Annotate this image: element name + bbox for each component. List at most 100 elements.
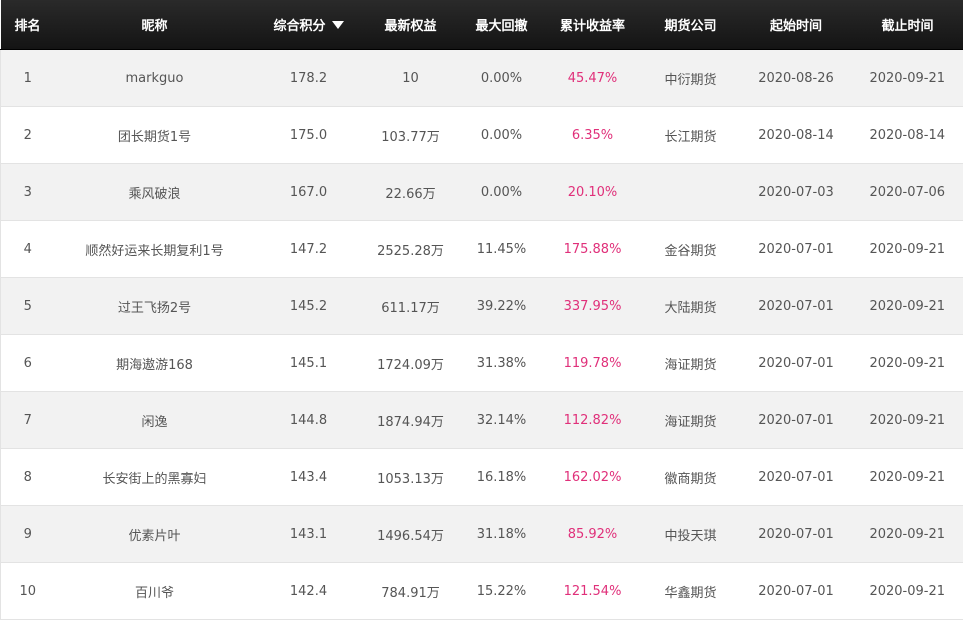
cell-nickname: markguo [54, 49, 255, 107]
cell-return: 85.92% [544, 505, 641, 563]
cell-equity: 1874.94万 [362, 391, 459, 449]
header-nickname: 昵称 [54, 0, 255, 50]
table-row[interactable]: 8 长安街上的黑寡妇 143.4 1053.13万 16.18% 162.02% 徽商期货 2… [0, 448, 963, 506]
cell-drawdown: 0.00% [458, 163, 545, 221]
header-score-label: 综合积分 [273, 19, 326, 34]
cell-start-date: 2020-07-01 [740, 448, 852, 506]
cell-end-date: 2020-09-21 [851, 277, 963, 335]
cell-nickname: 过王飞扬2号 [54, 277, 255, 335]
cell-return: 162.02% [544, 448, 641, 506]
cell-drawdown: 0.00% [458, 106, 545, 164]
cell-equity: 1053.13万 [362, 448, 459, 506]
cell-return: 337.95% [544, 277, 641, 335]
cell-return: 6.35% [544, 106, 641, 164]
cell-rank: 2 [0, 106, 55, 164]
header-end-date: 截止时间 [851, 0, 963, 50]
cell-company: 徽商期货 [640, 448, 741, 506]
cell-rank: 8 [0, 448, 55, 506]
cell-company: 海证期货 [640, 334, 741, 392]
cell-end-date: 2020-09-21 [851, 220, 963, 278]
cell-score: 145.1 [254, 334, 363, 392]
cell-return: 112.82% [544, 391, 641, 449]
cell-drawdown: 16.18% [458, 448, 545, 506]
cell-company: 大陆期货 [640, 277, 741, 335]
cell-start-date: 2020-07-01 [740, 391, 852, 449]
cell-start-date: 2020-07-01 [740, 562, 852, 620]
cell-rank: 3 [0, 163, 55, 221]
table-body: 1 markguo 178.2 10 0.00% 45.47% 中衍期货 2020-08-26… [0, 49, 963, 620]
cell-nickname: 期海遨游168 [54, 334, 255, 392]
cell-equity: 611.17万 [362, 277, 459, 335]
header-start-date: 起始时间 [740, 0, 852, 50]
cell-drawdown: 32.14% [458, 391, 545, 449]
cell-return: 119.78% [544, 334, 641, 392]
table-row[interactable]: 6 期海遨游168 145.1 1724.09万 31.38% 119.78% 海证期货 20… [0, 334, 963, 392]
cell-end-date: 2020-09-21 [851, 391, 963, 449]
cell-drawdown: 31.38% [458, 334, 545, 392]
cell-return: 45.47% [544, 49, 641, 107]
cell-end-date: 2020-09-21 [851, 505, 963, 563]
cell-equity: 784.91万 [362, 562, 459, 620]
cell-equity: 1724.09万 [362, 334, 459, 392]
header-drawdown: 最大回撤 [458, 0, 545, 50]
cell-score: 145.2 [254, 277, 363, 335]
sort-down-icon[interactable] [331, 21, 344, 29]
cell-rank: 7 [0, 391, 55, 449]
header-rank: 排名 [0, 0, 55, 50]
cell-rank: 4 [0, 220, 55, 278]
table-row[interactable]: 4 顺然好运来长期复利1号 147.2 2525.28万 11.45% 175.88% 金谷… [0, 220, 963, 278]
header-equity: 最新权益 [362, 0, 459, 50]
cell-start-date: 2020-07-01 [740, 505, 852, 563]
cell-rank: 6 [0, 334, 55, 392]
cell-end-date: 2020-09-21 [851, 334, 963, 392]
cell-company [640, 163, 741, 221]
header-company: 期货公司 [640, 0, 741, 50]
cell-drawdown: 11.45% [458, 220, 545, 278]
table-row[interactable]: 1 markguo 178.2 10 0.00% 45.47% 中衍期货 2020-08-26… [0, 49, 963, 107]
table-row[interactable]: 3 乘风破浪 167.0 22.66万 0.00% 20.10% 2020-07-03 202… [0, 163, 963, 221]
cell-company: 海证期货 [640, 391, 741, 449]
cell-company: 华鑫期货 [640, 562, 741, 620]
header-score[interactable]: 综合积分 [254, 0, 363, 50]
cell-score: 142.4 [254, 562, 363, 620]
cell-end-date: 2020-08-14 [851, 106, 963, 164]
cell-company: 长江期货 [640, 106, 741, 164]
cell-rank: 1 [0, 49, 55, 107]
cell-score: 144.8 [254, 391, 363, 449]
ranking-table: 排名 昵称 综合积分 最新权益 最大回撤 累计收益率 期货公司 起始时间 截止时… [0, 0, 963, 620]
cell-score: 175.0 [254, 106, 363, 164]
cell-return: 121.54% [544, 562, 641, 620]
cell-return: 175.88% [544, 220, 641, 278]
cell-score: 143.1 [254, 505, 363, 563]
cell-equity: 2525.28万 [362, 220, 459, 278]
cell-start-date: 2020-07-01 [740, 334, 852, 392]
cell-nickname: 团长期货1号 [54, 106, 255, 164]
cell-score: 147.2 [254, 220, 363, 278]
cell-drawdown: 31.18% [458, 505, 545, 563]
header-return: 累计收益率 [544, 0, 641, 50]
cell-equity: 103.77万 [362, 106, 459, 164]
cell-nickname: 长安街上的黑寡妇 [54, 448, 255, 506]
table-header-row: 排名 昵称 综合积分 最新权益 最大回撤 累计收益率 期货公司 起始时间 截止时… [0, 0, 963, 50]
cell-equity: 1496.54万 [362, 505, 459, 563]
table-row[interactable]: 2 团长期货1号 175.0 103.77万 0.00% 6.35% 长江期货 2020-08… [0, 106, 963, 164]
cell-rank: 10 [0, 562, 55, 620]
cell-nickname: 顺然好运来长期复利1号 [54, 220, 255, 278]
cell-start-date: 2020-08-26 [740, 49, 852, 107]
cell-rank: 9 [0, 505, 55, 563]
cell-nickname: 优素片叶 [54, 505, 255, 563]
cell-score: 178.2 [254, 49, 363, 107]
table-row[interactable]: 9 优素片叶 143.1 1496.54万 31.18% 85.92% 中投天琪 2020-0… [0, 505, 963, 563]
cell-company: 中衍期货 [640, 49, 741, 107]
cell-rank: 5 [0, 277, 55, 335]
cell-drawdown: 0.00% [458, 49, 545, 107]
cell-drawdown: 15.22% [458, 562, 545, 620]
table-row[interactable]: 7 闲逸 144.8 1874.94万 32.14% 112.82% 海证期货 2020-07… [0, 391, 963, 449]
table-row[interactable]: 10 百川爷 142.4 784.91万 15.22% 121.54% 华鑫期货 2020-0… [0, 562, 963, 620]
table-row[interactable]: 5 过王飞扬2号 145.2 611.17万 39.22% 337.95% 大陆期货 2020… [0, 277, 963, 335]
cell-end-date: 2020-07-06 [851, 163, 963, 221]
cell-end-date: 2020-09-21 [851, 49, 963, 107]
cell-nickname: 闲逸 [54, 391, 255, 449]
cell-nickname: 乘风破浪 [54, 163, 255, 221]
cell-score: 143.4 [254, 448, 363, 506]
